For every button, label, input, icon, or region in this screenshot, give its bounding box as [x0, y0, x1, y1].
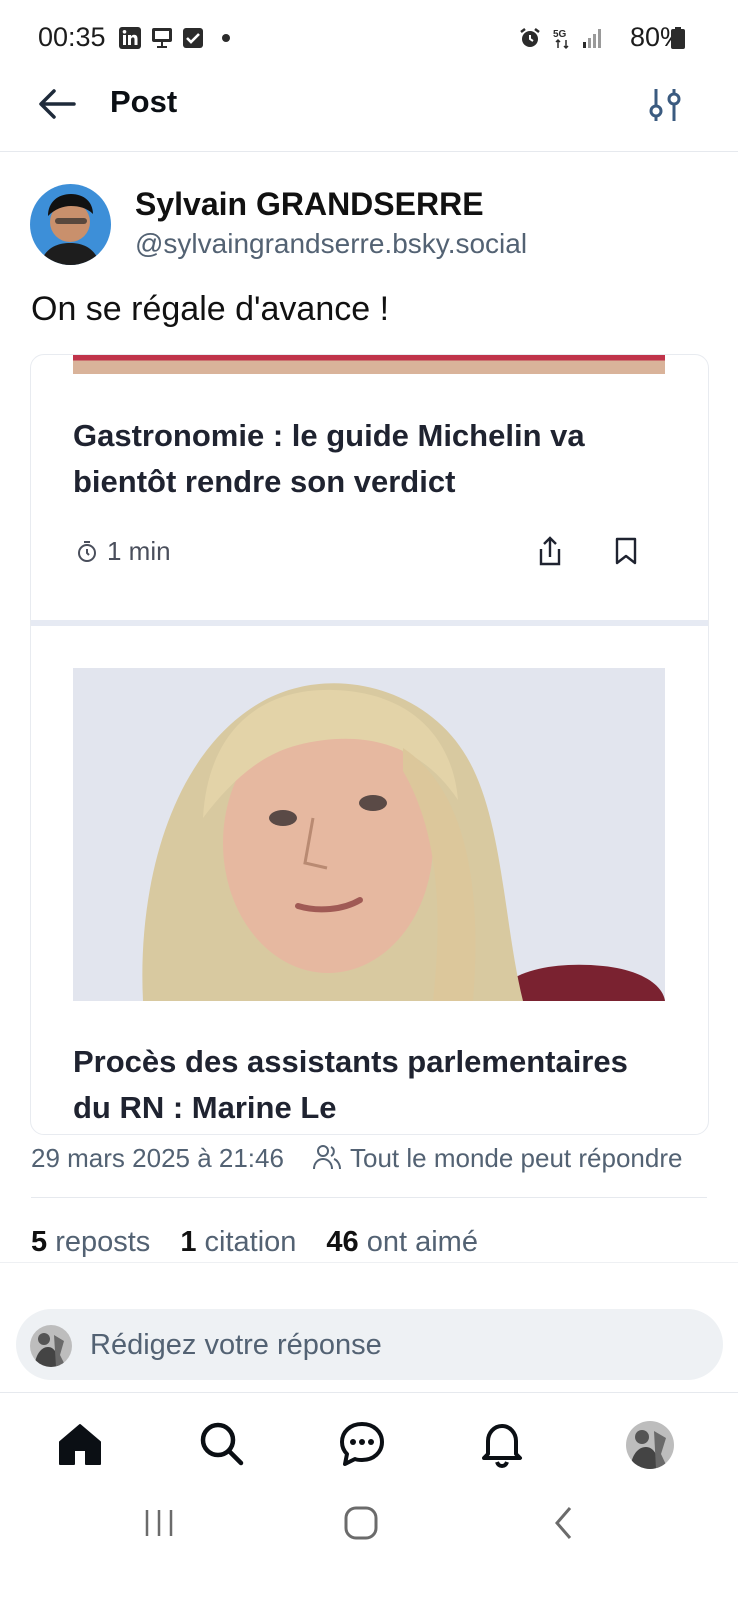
- alarm-icon: [520, 28, 540, 47]
- meta-divider: [31, 1197, 707, 1198]
- post-text: On se régale d'avance !: [31, 290, 390, 328]
- timer-icon: [78, 541, 96, 562]
- author-handle[interactable]: @sylvaingrandserre.bsky.social: [135, 228, 527, 260]
- quotes-count: 1: [180, 1226, 197, 1258]
- author-name[interactable]: Sylvain GRANDSERRE: [135, 186, 484, 223]
- quotes-stat[interactable]: 1 citation: [180, 1226, 296, 1258]
- header-divider: [0, 151, 738, 152]
- presentation-icon: [152, 28, 172, 48]
- search-icon[interactable]: [198, 1420, 246, 1468]
- reading-time: 1 min: [107, 536, 171, 566]
- arrow-left-icon[interactable]: [34, 84, 80, 124]
- reposts-label: reposts: [55, 1226, 151, 1258]
- 5g-icon: 5G: [553, 29, 569, 50]
- dot-icon: [222, 34, 230, 42]
- status-time: 00:35: [38, 22, 106, 52]
- quotes-label: citation: [204, 1226, 297, 1258]
- stats-divider: [0, 1262, 738, 1263]
- reply-placeholder[interactable]: Rédigez votre réponse: [90, 1329, 382, 1362]
- article-image-strip: [73, 355, 665, 374]
- home-button-icon[interactable]: [343, 1505, 379, 1541]
- bell-icon[interactable]: [478, 1420, 526, 1468]
- nav-divider: [0, 1392, 738, 1393]
- recent-apps-icon[interactable]: [143, 1508, 175, 1538]
- reposts-stat[interactable]: 5 reposts: [31, 1226, 150, 1258]
- share-icon[interactable]: [537, 535, 563, 567]
- back-button-icon[interactable]: [552, 1505, 576, 1541]
- embedded-web-card[interactable]: Gastronomie : le guide Michelin va bient…: [30, 354, 709, 1135]
- chat-icon[interactable]: [338, 1420, 386, 1468]
- author-avatar[interactable]: [30, 184, 111, 265]
- checkbox-icon: [183, 28, 203, 48]
- linkedin-icon: [119, 27, 141, 49]
- svg-text:5G: 5G: [553, 29, 567, 40]
- bookmark-icon[interactable]: [615, 537, 637, 565]
- likes-stat[interactable]: 46 ont aimé: [326, 1226, 478, 1258]
- reposts-count: 5: [31, 1226, 48, 1258]
- article-title[interactable]: Gastronomie : le guide Michelin va bient…: [73, 413, 633, 505]
- home-icon[interactable]: [56, 1420, 104, 1468]
- page-title: Post: [110, 84, 178, 119]
- battery-icon: [671, 27, 685, 49]
- likes-count: 46: [326, 1226, 359, 1258]
- likes-label: ont aimé: [366, 1226, 478, 1258]
- signal-icon: [583, 29, 601, 48]
- article-title-2[interactable]: Procès des assistants parlementaires du …: [73, 1039, 663, 1131]
- reply-setting[interactable]: Tout le monde peut répondre: [350, 1143, 682, 1174]
- article-separator: [31, 620, 708, 626]
- sliders-icon[interactable]: [648, 86, 682, 124]
- article-photo[interactable]: [73, 668, 665, 1001]
- post-stats: 5 reposts 1 citation 46 ont aimé: [31, 1226, 478, 1259]
- user-avatar: [30, 1325, 72, 1367]
- post-date: 29 mars 2025 à 21:46: [31, 1143, 284, 1173]
- people-icon: [313, 1145, 341, 1170]
- profile-avatar[interactable]: [626, 1421, 674, 1469]
